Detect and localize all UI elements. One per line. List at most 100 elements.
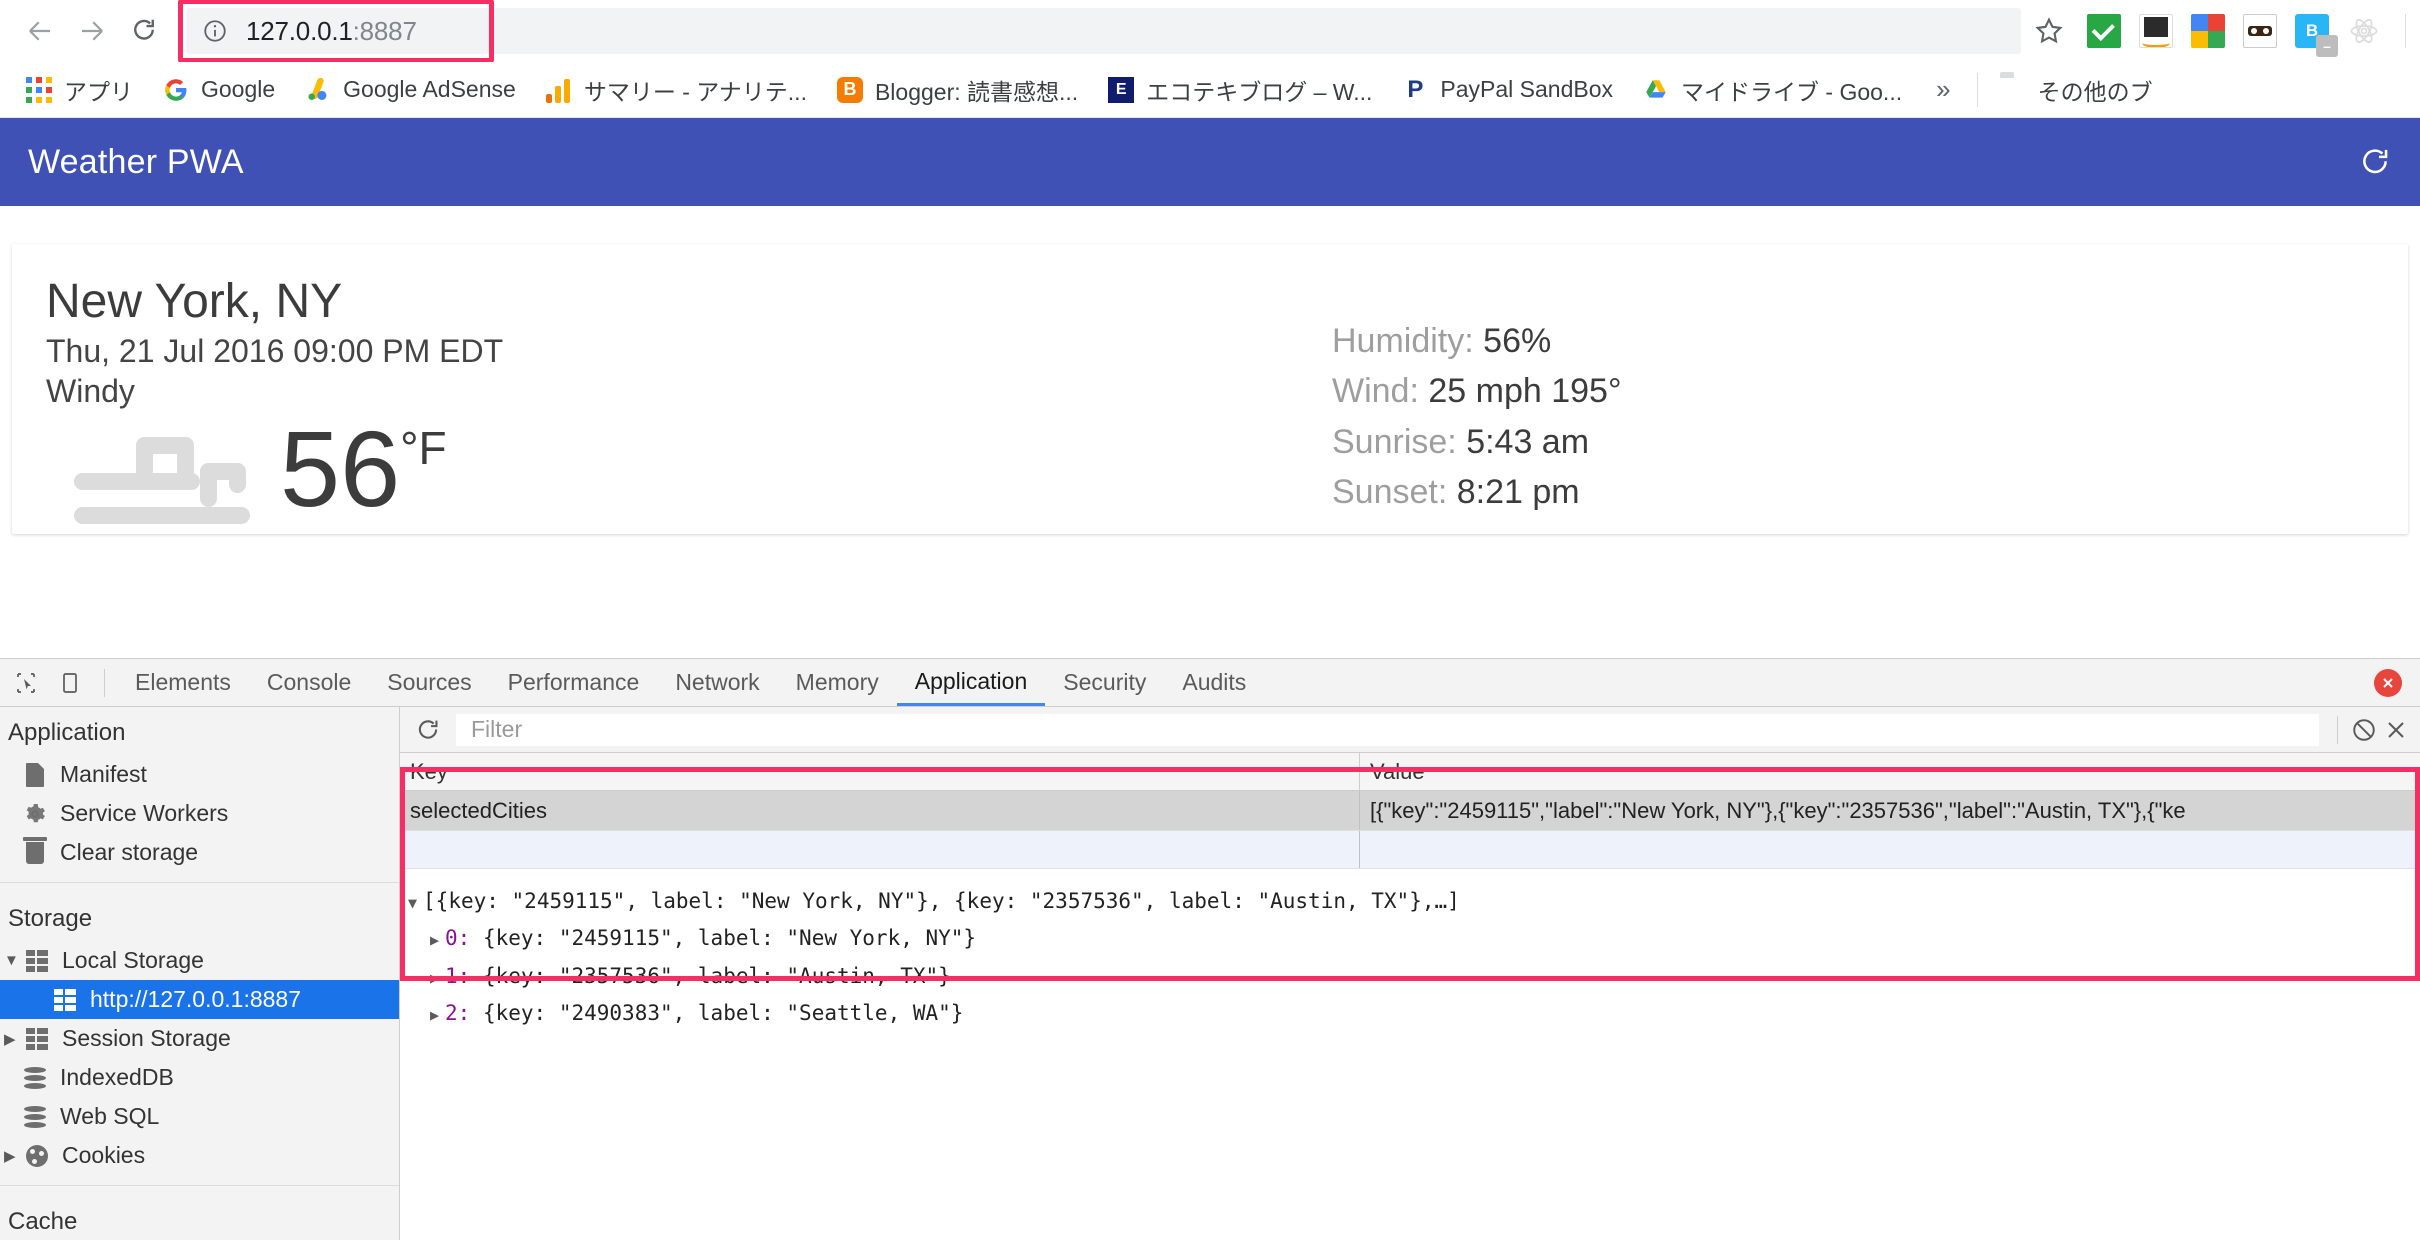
tab-memory[interactable]: Memory xyxy=(778,659,897,706)
weather-date: Thu, 21 Jul 2016 09:00 PM EDT xyxy=(46,332,504,369)
chevron-right-icon[interactable]: ▶ xyxy=(430,1006,439,1024)
folder-icon xyxy=(2000,77,2026,103)
bookmarks-divider xyxy=(1976,72,1978,107)
bookmark-apps[interactable]: アプリ xyxy=(16,70,143,110)
close-icon[interactable] xyxy=(2374,669,2402,697)
tab-performance[interactable]: Performance xyxy=(490,659,658,706)
preview-entry-value: {key: "2459115", label: "New York, NY"} xyxy=(482,926,977,951)
sidebar-item-label: Local Storage xyxy=(62,947,204,973)
sidebar-item-web-sql[interactable]: Web SQL xyxy=(0,1097,399,1136)
url-host: 127.0.0.1 xyxy=(246,15,353,46)
devtools-panel: Elements Console Sources Performance Net… xyxy=(0,658,2420,1240)
bookmark-blogger[interactable]: B Blogger: 読書感想... xyxy=(827,70,1088,110)
page-title: Weather PWA xyxy=(28,142,244,181)
refresh-icon[interactable] xyxy=(408,710,448,750)
cookie-icon xyxy=(24,1143,50,1169)
tab-elements[interactable]: Elements xyxy=(117,659,249,706)
url-text: 127.0.0.1:8887 xyxy=(246,16,417,47)
delete-selected-icon[interactable] xyxy=(2380,714,2412,746)
sidebar-item-label: Manifest xyxy=(60,761,147,787)
sidebar-item-local-storage[interactable]: ▼ Local Storage xyxy=(0,941,399,980)
analytics-icon xyxy=(545,77,572,103)
tab-security[interactable]: Security xyxy=(1045,659,1164,706)
windy-icon xyxy=(74,415,274,534)
bookmark-ecotex-blog[interactable]: E エコテキブログ – W... xyxy=(1098,70,1382,110)
temperature-value: 56 xyxy=(280,407,401,529)
sidebar-item-service-workers[interactable]: Service Workers xyxy=(0,794,399,833)
bookmark-google-adsense[interactable]: Google AdSense xyxy=(295,70,526,110)
detail-label: Wind: xyxy=(1332,372,1419,411)
cell-value[interactable]: [{"key":"2459115","label":"New York, NY"… xyxy=(1360,791,2420,830)
document-icon xyxy=(22,762,48,788)
weather-details: Humidity: 56% Wind: 25 mph 195° Sunrise:… xyxy=(1332,316,1622,517)
pwa-body: New York, NY Thu, 21 Jul 2016 09:00 PM E… xyxy=(0,206,2420,534)
extension-badge: – xyxy=(2316,35,2338,57)
cell-key[interactable]: selectedCities xyxy=(400,791,1360,830)
weather-description: Windy xyxy=(46,372,135,409)
tab-console[interactable]: Console xyxy=(249,659,369,706)
inspect-cursor-icon[interactable] xyxy=(4,661,48,705)
weather-card: New York, NY Thu, 21 Jul 2016 09:00 PM E… xyxy=(12,244,2408,534)
back-button[interactable] xyxy=(14,5,66,57)
bookmark-paypal-sandbox[interactable]: P PayPal SandBox xyxy=(1392,70,1623,110)
forward-button[interactable] xyxy=(66,5,118,57)
incognito-mask-extension-icon[interactable] xyxy=(2243,14,2277,48)
star-icon[interactable] xyxy=(2021,3,2077,59)
address-bar[interactable]: 127.0.0.1:8887 xyxy=(186,8,2021,54)
bookmark-google[interactable]: Google xyxy=(153,70,285,110)
bookmarks-overflow-button[interactable]: » xyxy=(1922,74,1964,105)
info-circle-icon[interactable] xyxy=(202,18,228,44)
devtools-sidebar: Application Manifest Service Workers Cle… xyxy=(0,707,400,1240)
cell-value-empty[interactable] xyxy=(1360,831,2420,868)
chevron-right-icon[interactable]: ▶ xyxy=(430,931,439,949)
detail-value: 25 mph 195° xyxy=(1428,372,1622,411)
reload-button[interactable] xyxy=(118,5,170,57)
sidebar-item-clear-storage[interactable]: Clear storage xyxy=(0,833,399,872)
bookmark-analytics-summary[interactable]: サマリー - アナリテ... xyxy=(536,70,817,110)
sidebar-item-manifest[interactable]: Manifest xyxy=(0,755,399,794)
sidebar-item-cookies[interactable]: ▶ Cookies xyxy=(0,1136,399,1175)
google-extension-icon[interactable] xyxy=(2191,14,2225,48)
column-header-value[interactable]: Value xyxy=(1360,753,1435,790)
storage-table-icon xyxy=(24,948,50,974)
column-header-key[interactable]: Key xyxy=(400,753,1360,790)
sidebar-item-local-storage-origin[interactable]: http://127.0.0.1:8887 xyxy=(0,980,399,1019)
amazon-extension-icon[interactable] xyxy=(2139,14,2173,48)
preview-entry-row[interactable]: ▶ 1: {key: "2357536", label: "Austin, TX"… xyxy=(408,958,2412,995)
cell-key-empty[interactable] xyxy=(400,831,1360,868)
react-devtools-extension-icon[interactable] xyxy=(2347,14,2381,48)
tab-sources[interactable]: Sources xyxy=(369,659,489,706)
tab-application[interactable]: Application xyxy=(896,659,1046,706)
preview-entry-row[interactable]: ▶ 2: {key: "2490383", label: "Seattle, WA… xyxy=(408,995,2412,1032)
blue-b-extension-icon[interactable]: B – xyxy=(2295,14,2338,57)
chevron-right-icon[interactable]: ▶ xyxy=(430,969,439,987)
device-toolbar-icon[interactable] xyxy=(48,661,92,705)
pwa-app-header: Weather PWA xyxy=(0,118,2420,206)
checkmark-extension-icon[interactable] xyxy=(2087,14,2121,48)
chevron-right-icon[interactable]: ▶ xyxy=(4,1030,22,1048)
bookmark-other-bookmarks[interactable]: その他のブ xyxy=(1990,70,2163,110)
sidebar-divider xyxy=(0,882,399,883)
paypal-icon: P xyxy=(1407,75,1424,103)
devtools-toolbar-divider xyxy=(104,668,105,697)
weather-city: New York, NY xyxy=(46,275,343,328)
bookmark-label: その他のブ xyxy=(2037,78,2153,105)
tab-network[interactable]: Network xyxy=(657,659,777,706)
sidebar-item-session-storage[interactable]: ▶ Session Storage xyxy=(0,1019,399,1058)
bookmark-google-drive[interactable]: マイドライブ - Goo... xyxy=(1633,70,1912,110)
chevron-down-icon[interactable]: ▼ xyxy=(408,894,417,912)
sidebar-item-indexeddb[interactable]: IndexedDB xyxy=(0,1058,399,1097)
preview-entry-row[interactable]: ▶ 0: {key: "2459115", label: "New York, N… xyxy=(408,920,2412,957)
clear-all-icon[interactable] xyxy=(2348,714,2380,746)
tab-audits[interactable]: Audits xyxy=(1164,659,1264,706)
filter-input[interactable]: Filter xyxy=(456,713,2319,746)
chevron-right-icon[interactable]: ▶ xyxy=(4,1147,22,1165)
table-row[interactable]: selectedCities [{"key":"2459115","label"… xyxy=(400,791,2420,831)
blogger-icon: B xyxy=(836,76,863,103)
preview-root-row[interactable]: ▼ [{key: "2459115", label: "New York, NY"… xyxy=(408,883,2412,920)
local-storage-table: Key Value selectedCities [{"key":"245911… xyxy=(400,753,2420,869)
chevron-down-icon[interactable]: ▼ xyxy=(4,952,22,969)
detail-value: 56% xyxy=(1483,322,1552,360)
refresh-icon[interactable] xyxy=(2358,145,2392,179)
table-row-empty[interactable] xyxy=(400,831,2420,869)
